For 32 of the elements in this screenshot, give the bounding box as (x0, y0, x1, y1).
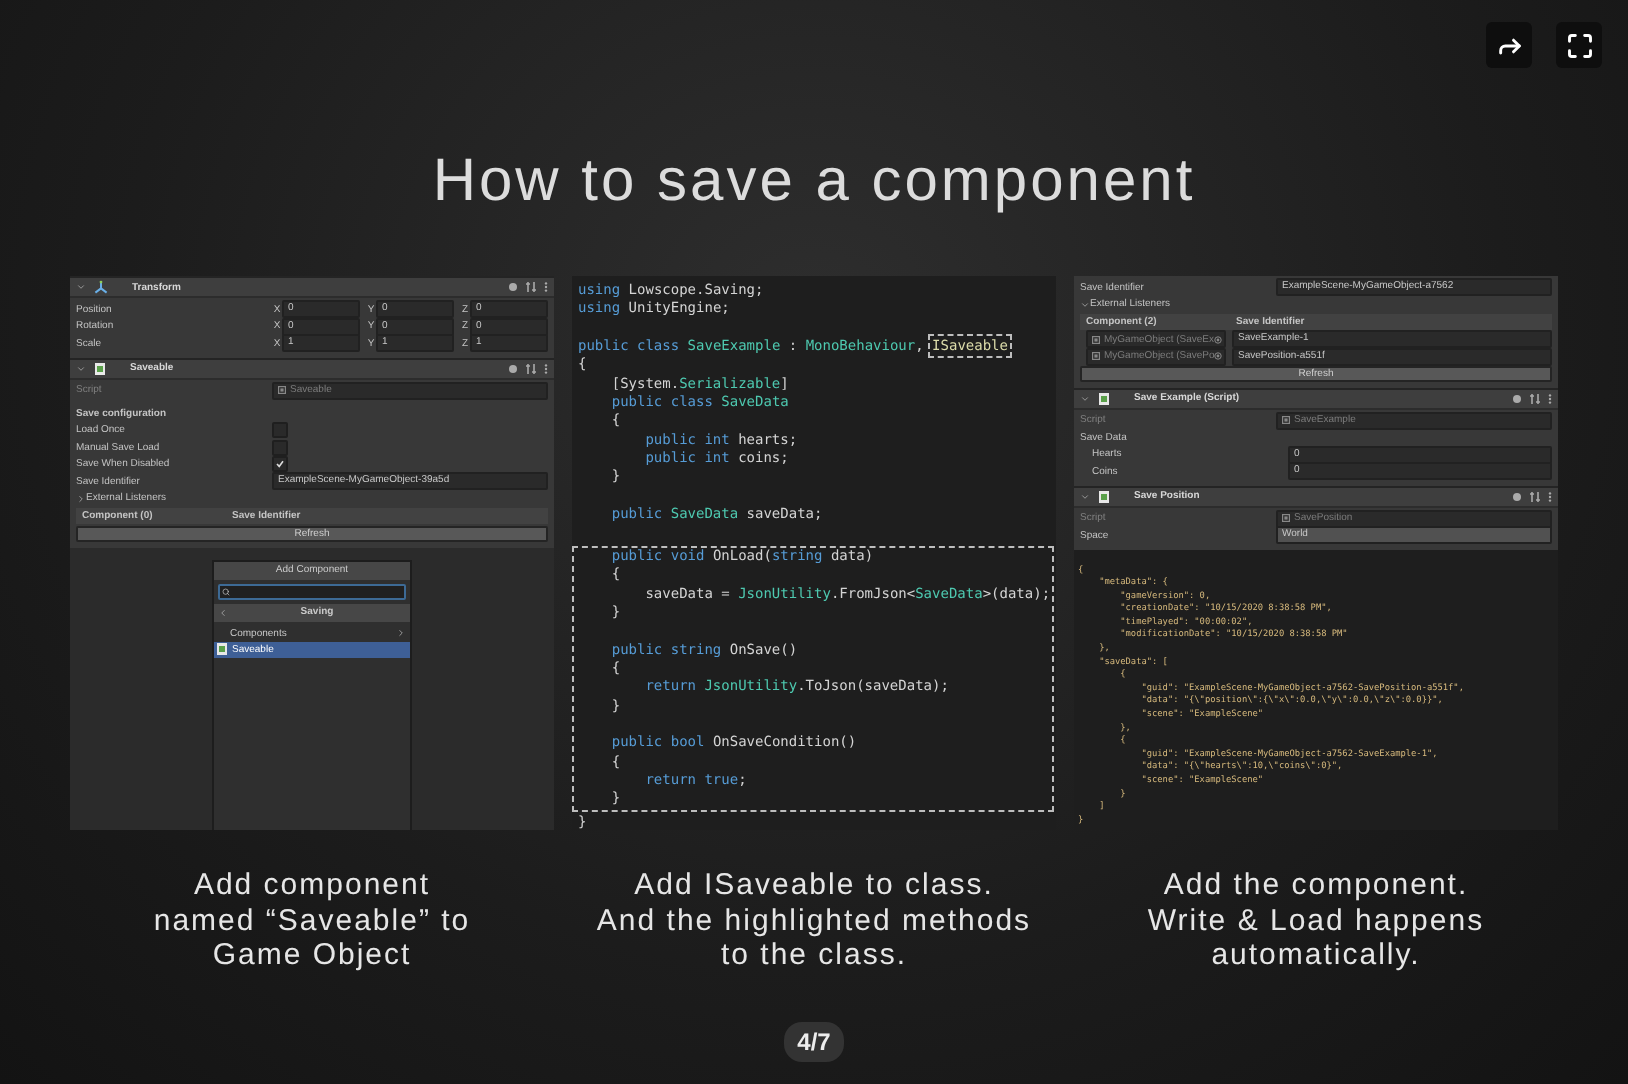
object-icon (1282, 416, 1290, 425)
script-icon (94, 361, 106, 375)
fullscreen-button[interactable] (1556, 22, 1602, 68)
search-icon (222, 587, 230, 595)
step-caption: Add the component. Write & Load happens automatically. (1145, 868, 1487, 973)
search-field[interactable] (218, 583, 406, 599)
help-icon[interactable] (1512, 393, 1522, 403)
checkbox[interactable] (272, 456, 288, 473)
object-icon (1092, 352, 1100, 361)
slide-title: How to save a component (432, 148, 1196, 216)
object-icon (1092, 335, 1100, 344)
checkbox[interactable] (272, 439, 288, 456)
fullscreen-icon (1565, 31, 1593, 59)
share-button[interactable] (1486, 22, 1532, 68)
script-icon (216, 642, 228, 656)
script-icon (1098, 391, 1110, 405)
script-icon (1098, 489, 1110, 503)
help-icon[interactable] (508, 282, 518, 292)
step-caption: Add ISaveable to class. And the highlighted methods to the class. (594, 868, 1034, 973)
slide-counter: 4/7 (783, 1022, 845, 1062)
checkbox[interactable] (272, 422, 288, 439)
presets-icon[interactable] (1530, 491, 1540, 501)
help-icon[interactable] (508, 363, 518, 373)
axes-icon (94, 280, 108, 294)
help-icon[interactable] (1512, 491, 1522, 501)
chevron-right-icon (396, 628, 406, 638)
presets-icon[interactable] (526, 282, 536, 292)
step-caption: Add component named “Saveable” to Game Object (151, 868, 473, 973)
object-icon (278, 386, 286, 395)
object-icon (1282, 514, 1290, 523)
presets-icon[interactable] (526, 363, 536, 373)
presets-icon[interactable] (1530, 393, 1540, 403)
